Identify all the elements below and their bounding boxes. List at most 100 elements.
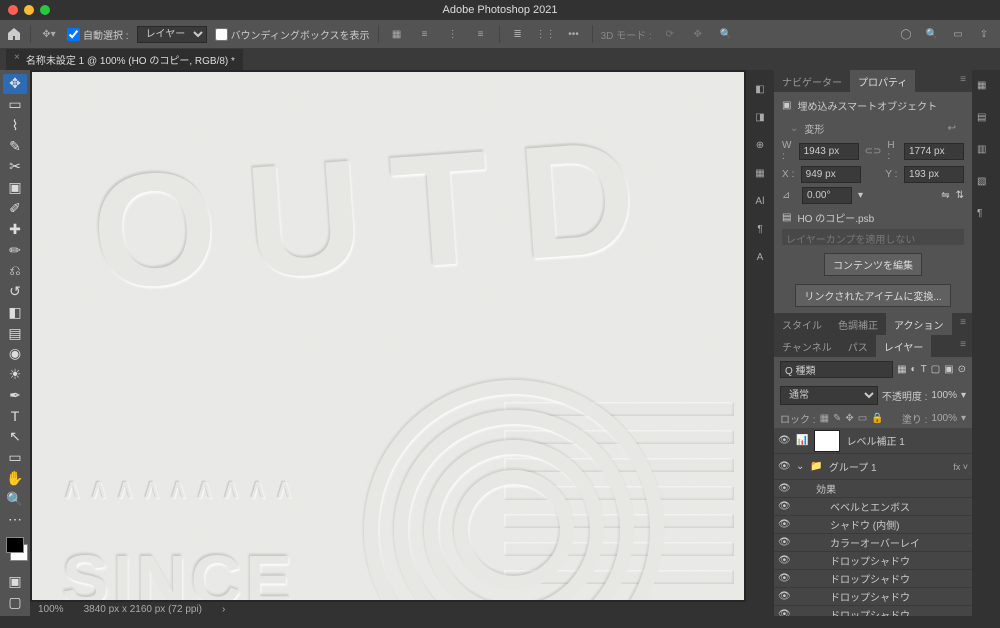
eraser-tool[interactable]: ◧: [3, 302, 27, 322]
lock-all-icon[interactable]: 🔒: [871, 413, 883, 424]
tab-navigator[interactable]: ナビゲーター: [774, 70, 850, 92]
tab-layers[interactable]: レイヤー: [876, 335, 932, 357]
link-icon[interactable]: ⊂⊃: [865, 146, 882, 157]
gradient-tool[interactable]: ▤: [3, 323, 27, 343]
close-tab-icon[interactable]: ×: [14, 52, 20, 67]
lock-position-icon[interactable]: ✥: [845, 413, 853, 424]
layer-mask-thumb[interactable]: [814, 430, 840, 452]
hand-tool[interactable]: ✋: [3, 469, 27, 489]
chevron-down-icon[interactable]: ⌄: [790, 123, 798, 134]
blend-mode-select[interactable]: 通常: [780, 386, 878, 405]
align-icon[interactable]: ≡: [415, 24, 435, 44]
edit-contents-button[interactable]: コンテンツを編集: [824, 253, 922, 276]
visibility-icon[interactable]: 👁: [778, 501, 790, 512]
distribute-icon[interactable]: ⋮⋮: [536, 24, 556, 44]
3d-pan-icon[interactable]: ✥: [688, 24, 708, 44]
lock-transparency-icon[interactable]: ▦: [820, 413, 829, 424]
align-icon[interactable]: ≡: [471, 24, 491, 44]
panel-menu-icon[interactable]: ≡: [954, 70, 972, 92]
filter-toggle[interactable]: ⊙: [958, 364, 966, 375]
auto-select-mode[interactable]: レイヤー: [137, 26, 207, 43]
height-input[interactable]: [904, 143, 964, 160]
screen-mode[interactable]: ▢: [3, 592, 27, 612]
layer-fx-header[interactable]: 👁 効果: [774, 480, 972, 498]
3d-orbit-icon[interactable]: ⟳: [660, 24, 680, 44]
3d-zoom-icon[interactable]: 🔍: [716, 24, 736, 44]
filter-shape-icon[interactable]: ▢: [931, 364, 940, 375]
collapsed-panel-icon[interactable]: ▥: [977, 144, 995, 162]
reset-icon[interactable]: ↩: [948, 123, 956, 134]
collapsed-panel-icon[interactable]: ▤: [977, 112, 995, 130]
tab-channels[interactable]: チャンネル: [774, 335, 840, 357]
align-icon[interactable]: ⋮: [443, 24, 463, 44]
opacity-value[interactable]: 100%: [931, 390, 957, 401]
clone-tool[interactable]: ⎌: [3, 261, 27, 281]
tab-adjustments[interactable]: 色調補正: [830, 313, 886, 335]
filter-pixel-icon[interactable]: ▦: [897, 364, 906, 375]
collapsed-panel-icon[interactable]: ▦: [977, 80, 995, 98]
layer-fx-row[interactable]: 👁カラーオーバーレイ: [774, 534, 972, 552]
layer-search[interactable]: [780, 361, 893, 378]
collapsed-panel-icon[interactable]: A: [751, 248, 769, 266]
frame-tool[interactable]: ▣: [3, 178, 27, 198]
filter-type-icon[interactable]: T: [921, 364, 927, 375]
align-icon[interactable]: ▦: [387, 24, 407, 44]
search-icon[interactable]: 🔍: [922, 24, 942, 44]
visibility-icon[interactable]: 👁: [778, 537, 790, 548]
foreground-color[interactable]: [6, 537, 24, 553]
quick-mask[interactable]: ▣: [3, 572, 27, 592]
distribute-icon[interactable]: ≣: [508, 24, 528, 44]
brush-tool[interactable]: ✏: [3, 240, 27, 260]
layer-fx-row[interactable]: 👁ドロップシャドウ: [774, 570, 972, 588]
dropdown-icon[interactable]: ▾: [961, 390, 966, 401]
layer-row[interactable]: 👁 📊 レベル補正 1: [774, 428, 972, 454]
filter-adj-icon[interactable]: ◐: [911, 364, 917, 375]
edit-toolbar[interactable]: ⋯: [3, 510, 27, 530]
filter-so-icon[interactable]: ▣: [944, 364, 953, 375]
flip-v-icon[interactable]: ⇅: [956, 190, 964, 201]
collapsed-panel-icon[interactable]: ▦: [751, 164, 769, 182]
overflow-icon[interactable]: •••: [564, 24, 584, 44]
panel-menu-icon[interactable]: ≡: [954, 313, 972, 335]
collapsed-panel-icon[interactable]: ¶: [977, 208, 995, 226]
eyedropper-tool[interactable]: ✐: [3, 199, 27, 219]
angle-dropdown-icon[interactable]: ▾: [858, 190, 863, 201]
lasso-tool[interactable]: ⌇: [3, 116, 27, 136]
history-brush-tool[interactable]: ↺: [3, 282, 27, 302]
collapsed-panel-icon[interactable]: ◨: [751, 108, 769, 126]
fill-value[interactable]: 100%: [931, 413, 957, 424]
collapsed-panel-icon[interactable]: Aǀ: [751, 192, 769, 210]
auto-select-checkbox[interactable]: 自動選択 :: [67, 27, 129, 42]
tab-paths[interactable]: パス: [840, 335, 876, 357]
angle-input[interactable]: [802, 187, 852, 204]
collapsed-panel-icon[interactable]: ¶: [751, 220, 769, 238]
move-tool-icon[interactable]: ✥▾: [39, 24, 59, 44]
tab-actions[interactable]: アクション: [886, 313, 952, 335]
collapsed-panel-icon[interactable]: ◧: [751, 80, 769, 98]
lock-pixels-icon[interactable]: ✎: [833, 413, 841, 424]
convert-linked-button[interactable]: リンクされたアイテムに変換...: [795, 284, 950, 307]
tab-styles[interactable]: スタイル: [774, 313, 830, 335]
dropdown-icon[interactable]: ▾: [961, 413, 966, 424]
type-tool[interactable]: T: [3, 406, 27, 426]
visibility-icon[interactable]: 👁: [778, 519, 790, 530]
width-input[interactable]: [799, 143, 859, 160]
visibility-icon[interactable]: 👁: [778, 555, 790, 566]
panel-menu-icon[interactable]: ≡: [954, 335, 972, 357]
blur-tool[interactable]: ◉: [3, 344, 27, 364]
collapsed-panel-icon[interactable]: ⊕: [751, 136, 769, 154]
pen-tool[interactable]: ✒: [3, 385, 27, 405]
document-tab[interactable]: × 名称未設定 1 @ 100% (HO のコピー, RGB/8) *: [6, 49, 243, 70]
flip-h-icon[interactable]: ⇋: [941, 190, 949, 201]
marquee-tool[interactable]: ▭: [3, 95, 27, 115]
x-input[interactable]: [801, 166, 861, 183]
layer-fx-row[interactable]: 👁ベベルとエンボス: [774, 498, 972, 516]
dodge-tool[interactable]: ☀: [3, 365, 27, 385]
tab-properties[interactable]: プロパティ: [850, 70, 915, 92]
visibility-icon[interactable]: 👁: [778, 483, 790, 494]
chevron-down-icon[interactable]: ⌄: [796, 461, 804, 472]
visibility-icon[interactable]: 👁: [778, 435, 790, 446]
workspace-icon[interactable]: ▭: [948, 24, 968, 44]
zoom-tool[interactable]: 🔍: [3, 489, 27, 509]
document-canvas[interactable]: OUTD ∧∧∧∧∧∧∧∧∧ SINCE: [32, 72, 744, 600]
